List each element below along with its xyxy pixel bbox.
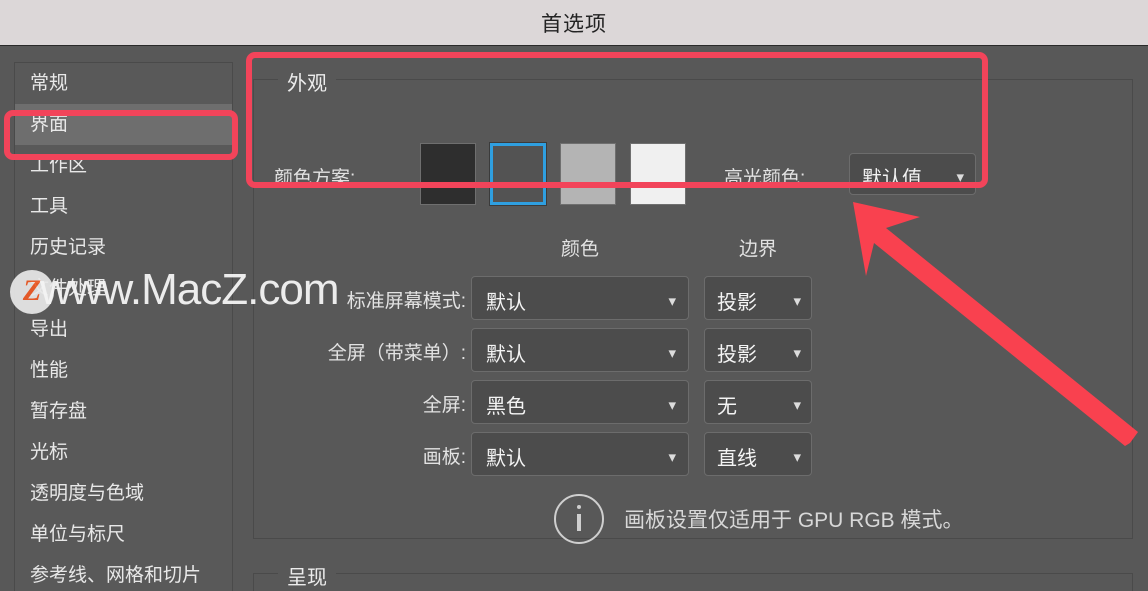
- border-select-fullscreen[interactable]: 无 ▾: [704, 380, 812, 424]
- rendering-group: 呈现: [253, 561, 1133, 591]
- info-icon-stem: [577, 514, 581, 531]
- preferences-dialog: 首选项 常规 界面 工作区 工具 历史记录 文件处理 导出 性能 暂存盘 光标 …: [0, 0, 1148, 591]
- info-icon-dot: [577, 505, 581, 509]
- sidebar-item-cursors[interactable]: 光标: [15, 432, 232, 473]
- border-value: 直线: [717, 448, 757, 470]
- border-value: 投影: [717, 344, 757, 366]
- border-select-artboard[interactable]: 直线 ▾: [704, 432, 812, 476]
- chevron-down-icon: ▾: [793, 345, 801, 362]
- chevron-down-icon: ▾: [793, 449, 801, 466]
- color-swatch-light-gray[interactable]: [560, 143, 616, 205]
- color-scheme-row: 颜色方案: 高光颜色: 默认值 ▾: [274, 142, 1114, 209]
- border-value: 投影: [717, 292, 757, 314]
- color-value: 黑色: [486, 396, 526, 418]
- sidebar-item-guides-grid-slices[interactable]: 参考线、网格和切片: [15, 555, 232, 591]
- table-row: 全屏（带菜单）: 默认 ▾ 投影 ▾: [254, 328, 834, 372]
- chevron-down-icon: ▾: [956, 169, 964, 186]
- color-swatch-white[interactable]: [630, 143, 686, 205]
- sidebar-item-file-handling[interactable]: 文件处理: [15, 268, 232, 309]
- border-select-standard-screen-mode[interactable]: 投影 ▾: [704, 276, 812, 320]
- color-value: 默认: [486, 344, 526, 366]
- table-row: 画板: 默认 ▾ 直线 ▾: [254, 432, 834, 476]
- info-note-text: 画板设置仅适用于 GPU RGB 模式。: [624, 509, 964, 532]
- chevron-down-icon: ▾: [668, 449, 676, 466]
- color-scheme-label: 颜色方案:: [274, 168, 356, 189]
- color-select-fullscreen[interactable]: 黑色 ▾: [471, 380, 689, 424]
- table-row: 标准屏幕模式: 默认 ▾ 投影 ▾: [254, 276, 834, 320]
- sidebar-item-performance[interactable]: 性能: [15, 350, 232, 391]
- highlight-color-value: 默认值: [862, 168, 922, 190]
- sidebar-item-units-rulers[interactable]: 单位与标尺: [15, 514, 232, 555]
- row-label-standard-screen-mode: 标准屏幕模式:: [346, 291, 466, 312]
- sidebar-item-general[interactable]: 常规: [15, 63, 232, 104]
- highlight-color-select[interactable]: 默认值 ▾: [849, 153, 976, 195]
- border-value: 无: [717, 396, 737, 418]
- sidebar-item-tools[interactable]: 工具: [15, 186, 232, 227]
- window-titlebar: 首选项: [0, 0, 1148, 46]
- table-row: 全屏: 黑色 ▾ 无 ▾: [254, 380, 834, 424]
- border-select-fullscreen-with-menu[interactable]: 投影 ▾: [704, 328, 812, 372]
- color-value: 默认: [486, 448, 526, 470]
- appearance-group: 外观 颜色方案: 高光颜色: 默认值 ▾ 颜色 边界 标准屏幕模式: 默认 ▾ …: [253, 67, 1133, 544]
- chevron-down-icon: ▾: [793, 397, 801, 414]
- sidebar-category-list[interactable]: 常规 界面 工作区 工具 历史记录 文件处理 导出 性能 暂存盘 光标 透明度与…: [14, 62, 233, 591]
- column-header-color: 颜色: [560, 239, 599, 260]
- highlight-color-label: 高光颜色:: [724, 168, 806, 189]
- sidebar-item-interface[interactable]: 界面: [15, 104, 232, 145]
- sidebar-item-workspace[interactable]: 工作区: [15, 145, 232, 186]
- color-select-fullscreen-with-menu[interactable]: 默认 ▾: [471, 328, 689, 372]
- appearance-group-title: 外观: [278, 67, 336, 96]
- row-label-artboard: 画板:: [422, 447, 466, 468]
- chevron-down-icon: ▾: [668, 293, 676, 310]
- sidebar: 常规 界面 工作区 工具 历史记录 文件处理 导出 性能 暂存盘 光标 透明度与…: [0, 47, 250, 591]
- row-label-fullscreen: 全屏:: [422, 395, 466, 416]
- sidebar-item-export[interactable]: 导出: [15, 309, 232, 350]
- rendering-group-title: 呈现: [278, 561, 336, 590]
- color-swatch-medium-dark[interactable]: [489, 142, 547, 206]
- color-swatch-dark[interactable]: [420, 143, 476, 205]
- color-value: 默认: [486, 292, 526, 314]
- chevron-down-icon: ▾: [668, 397, 676, 414]
- column-header-border: 边界: [738, 239, 777, 260]
- info-icon: [554, 494, 604, 544]
- main-content: 外观 颜色方案: 高光颜色: 默认值 ▾ 颜色 边界 标准屏幕模式: 默认 ▾ …: [250, 47, 1148, 591]
- sidebar-item-transparency-gamut[interactable]: 透明度与色域: [15, 473, 232, 514]
- page-title: 首选项: [541, 13, 607, 36]
- chevron-down-icon: ▾: [668, 345, 676, 362]
- chevron-down-icon: ▾: [793, 293, 801, 310]
- color-select-artboard[interactable]: 默认 ▾: [471, 432, 689, 476]
- sidebar-item-history[interactable]: 历史记录: [15, 227, 232, 268]
- sidebar-item-scratch-disks[interactable]: 暂存盘: [15, 391, 232, 432]
- color-select-standard-screen-mode[interactable]: 默认 ▾: [471, 276, 689, 320]
- row-label-fullscreen-with-menu: 全屏（带菜单）:: [327, 343, 466, 364]
